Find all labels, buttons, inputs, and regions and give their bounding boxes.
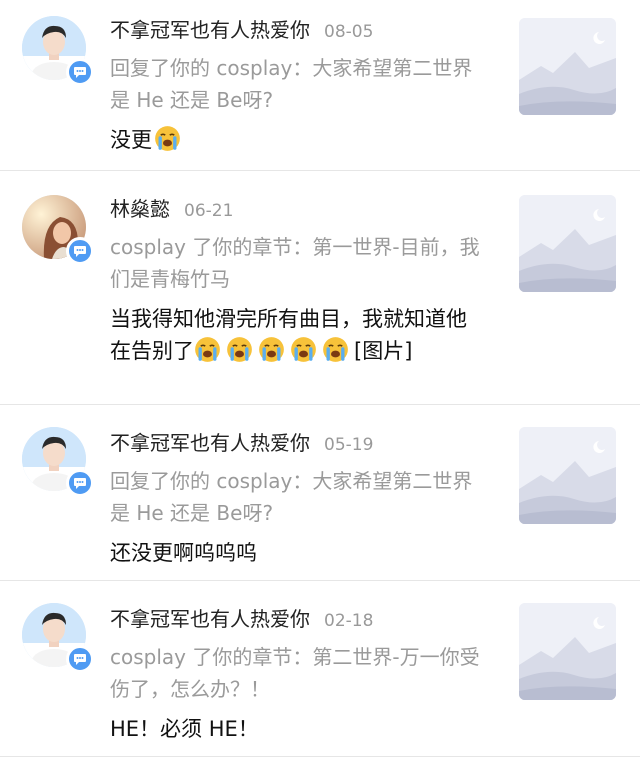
notification-meta: 不拿冠军也有人热爱你 05-19	[110, 427, 480, 461]
comment-body: HE！必须 HE！	[110, 713, 480, 745]
source-thumbnail[interactable]	[519, 195, 616, 292]
user-name[interactable]: 不拿冠军也有人热爱你	[110, 427, 310, 456]
image-attachment-marker[interactable]: [图片]	[354, 339, 412, 363]
notification-item[interactable]: 林燊懿 06-21 cosplay 了你的章节：第一世界-目前，我们是青梅竹马 …	[0, 171, 640, 405]
notification-content: 不拿冠军也有人热爱你 05-19 回复了你的 cosplay：大家希望第二世界是…	[110, 427, 480, 569]
notification-item[interactable]: 不拿冠军也有人热爱你 05-19 回复了你的 cosplay：大家希望第二世界是…	[0, 405, 640, 581]
source-thumbnail[interactable]	[519, 18, 616, 115]
avatar-container[interactable]	[22, 195, 94, 265]
avatar-container[interactable]	[22, 427, 94, 497]
quoted-activity[interactable]: 回复了你的 cosplay：大家希望第二世界是 He 还是 Be呀?	[110, 52, 480, 116]
image-placeholder-icon	[519, 427, 616, 524]
comment-text: 没更	[110, 128, 152, 152]
loudly-crying-face-emoji-icon	[291, 337, 316, 362]
comment-badge	[66, 645, 94, 673]
timestamp: 05-19	[324, 435, 374, 455]
comment-body: 还没更啊呜呜呜	[110, 537, 480, 569]
user-name[interactable]: 不拿冠军也有人热爱你	[110, 14, 310, 43]
emoji-group	[194, 337, 354, 363]
avatar-container[interactable]	[22, 16, 94, 86]
comment-badge	[66, 469, 94, 497]
notification-meta: 林燊懿 06-21	[110, 193, 480, 227]
notification-list: 不拿冠军也有人热爱你 08-05 回复了你的 cosplay：大家希望第二世界是…	[0, 0, 640, 757]
notification-meta: 不拿冠军也有人热爱你 02-18	[110, 603, 480, 637]
quoted-activity[interactable]: cosplay 了你的章节：第二世界-万一你受伤了，怎么办？！	[110, 641, 480, 705]
comment-badge	[66, 237, 94, 265]
comment-badge	[66, 58, 94, 86]
loudly-crying-face-emoji-icon	[155, 126, 180, 151]
loudly-crying-face-emoji-icon	[323, 337, 348, 362]
comment-bubble-icon	[74, 477, 86, 489]
comment-body: 当我得知他滑完所有曲目，我就知道他在告别了 [图片]	[110, 303, 480, 367]
quoted-activity[interactable]: 回复了你的 cosplay：大家希望第二世界是 He 还是 Be呀?	[110, 465, 480, 529]
loudly-crying-face-emoji-icon	[195, 337, 220, 362]
image-placeholder-icon	[519, 18, 616, 115]
timestamp: 02-18	[324, 611, 374, 631]
image-placeholder-icon	[519, 603, 616, 700]
timestamp: 08-05	[324, 22, 374, 42]
notification-item[interactable]: 不拿冠军也有人热爱你 02-18 cosplay 了你的章节：第二世界-万一你受…	[0, 581, 640, 757]
comment-body: 没更	[110, 124, 480, 156]
comment-bubble-icon	[74, 653, 86, 665]
timestamp: 06-21	[184, 201, 234, 221]
comment-text: 还没更啊呜呜呜	[110, 541, 257, 565]
loudly-crying-face-emoji-icon	[259, 337, 284, 362]
notification-content: 不拿冠军也有人热爱你 08-05 回复了你的 cosplay：大家希望第二世界是…	[110, 14, 480, 156]
notification-item[interactable]: 不拿冠军也有人热爱你 08-05 回复了你的 cosplay：大家希望第二世界是…	[0, 0, 640, 171]
notification-content: 不拿冠军也有人热爱你 02-18 cosplay 了你的章节：第二世界-万一你受…	[110, 603, 480, 745]
image-placeholder-icon	[519, 195, 616, 292]
notification-content: 林燊懿 06-21 cosplay 了你的章节：第一世界-目前，我们是青梅竹马 …	[110, 193, 480, 367]
comment-text: HE！必须 HE！	[110, 717, 259, 741]
source-thumbnail[interactable]	[519, 603, 616, 700]
loudly-crying-face-emoji-icon	[227, 337, 252, 362]
avatar-container[interactable]	[22, 603, 94, 673]
source-thumbnail[interactable]	[519, 427, 616, 524]
notification-meta: 不拿冠军也有人热爱你 08-05	[110, 14, 480, 48]
user-name[interactable]: 不拿冠军也有人热爱你	[110, 603, 310, 632]
user-name[interactable]: 林燊懿	[110, 193, 170, 222]
comment-bubble-icon	[74, 66, 86, 78]
comment-bubble-icon	[74, 245, 86, 257]
quoted-activity[interactable]: cosplay 了你的章节：第一世界-目前，我们是青梅竹马	[110, 231, 480, 295]
